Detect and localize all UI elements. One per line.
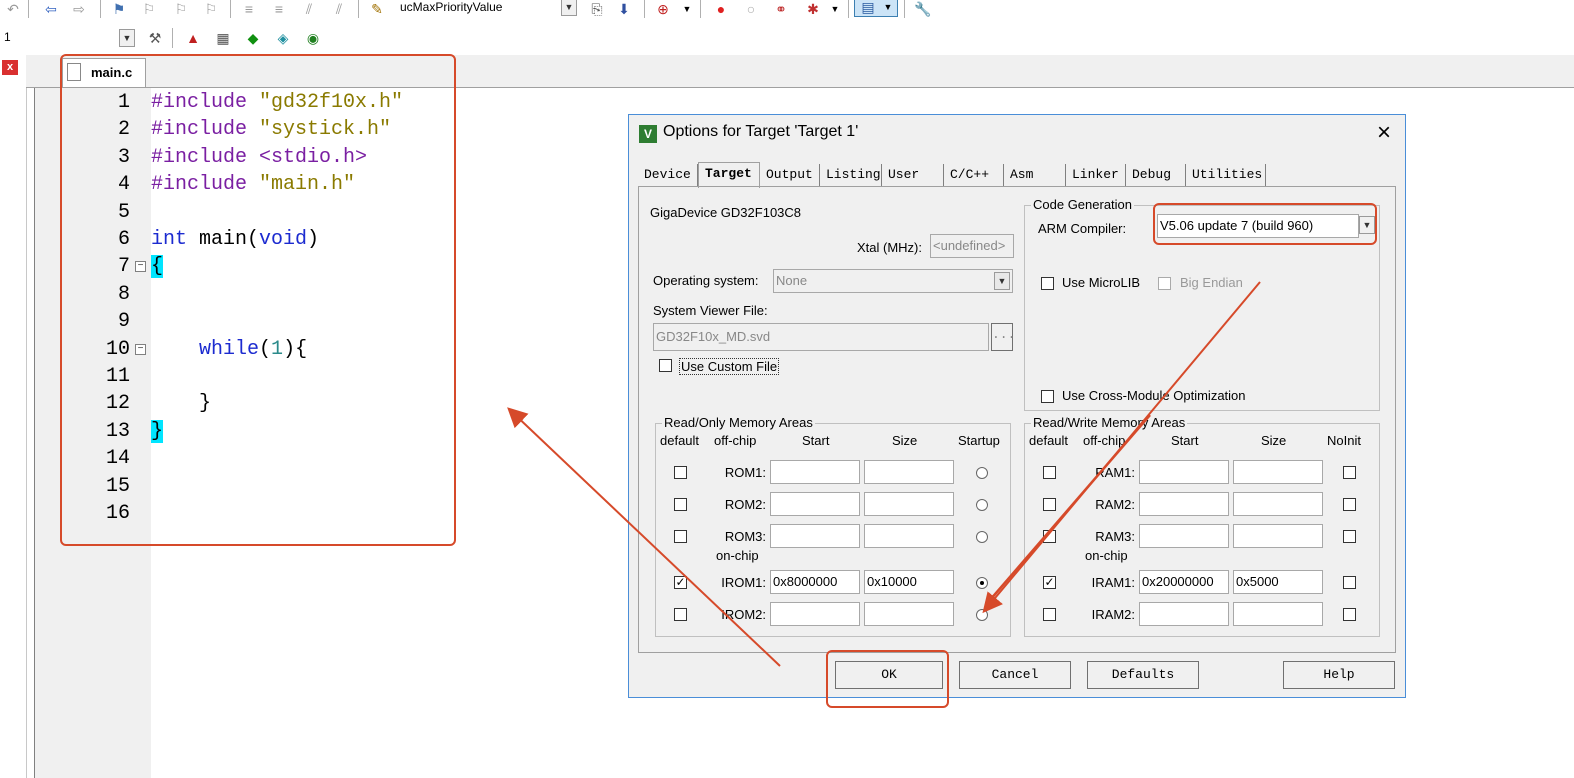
arrow-to-startup-2 (989, 414, 1151, 601)
annotation-arrows (507, 281, 1261, 667)
arrow-to-code (507, 407, 781, 667)
